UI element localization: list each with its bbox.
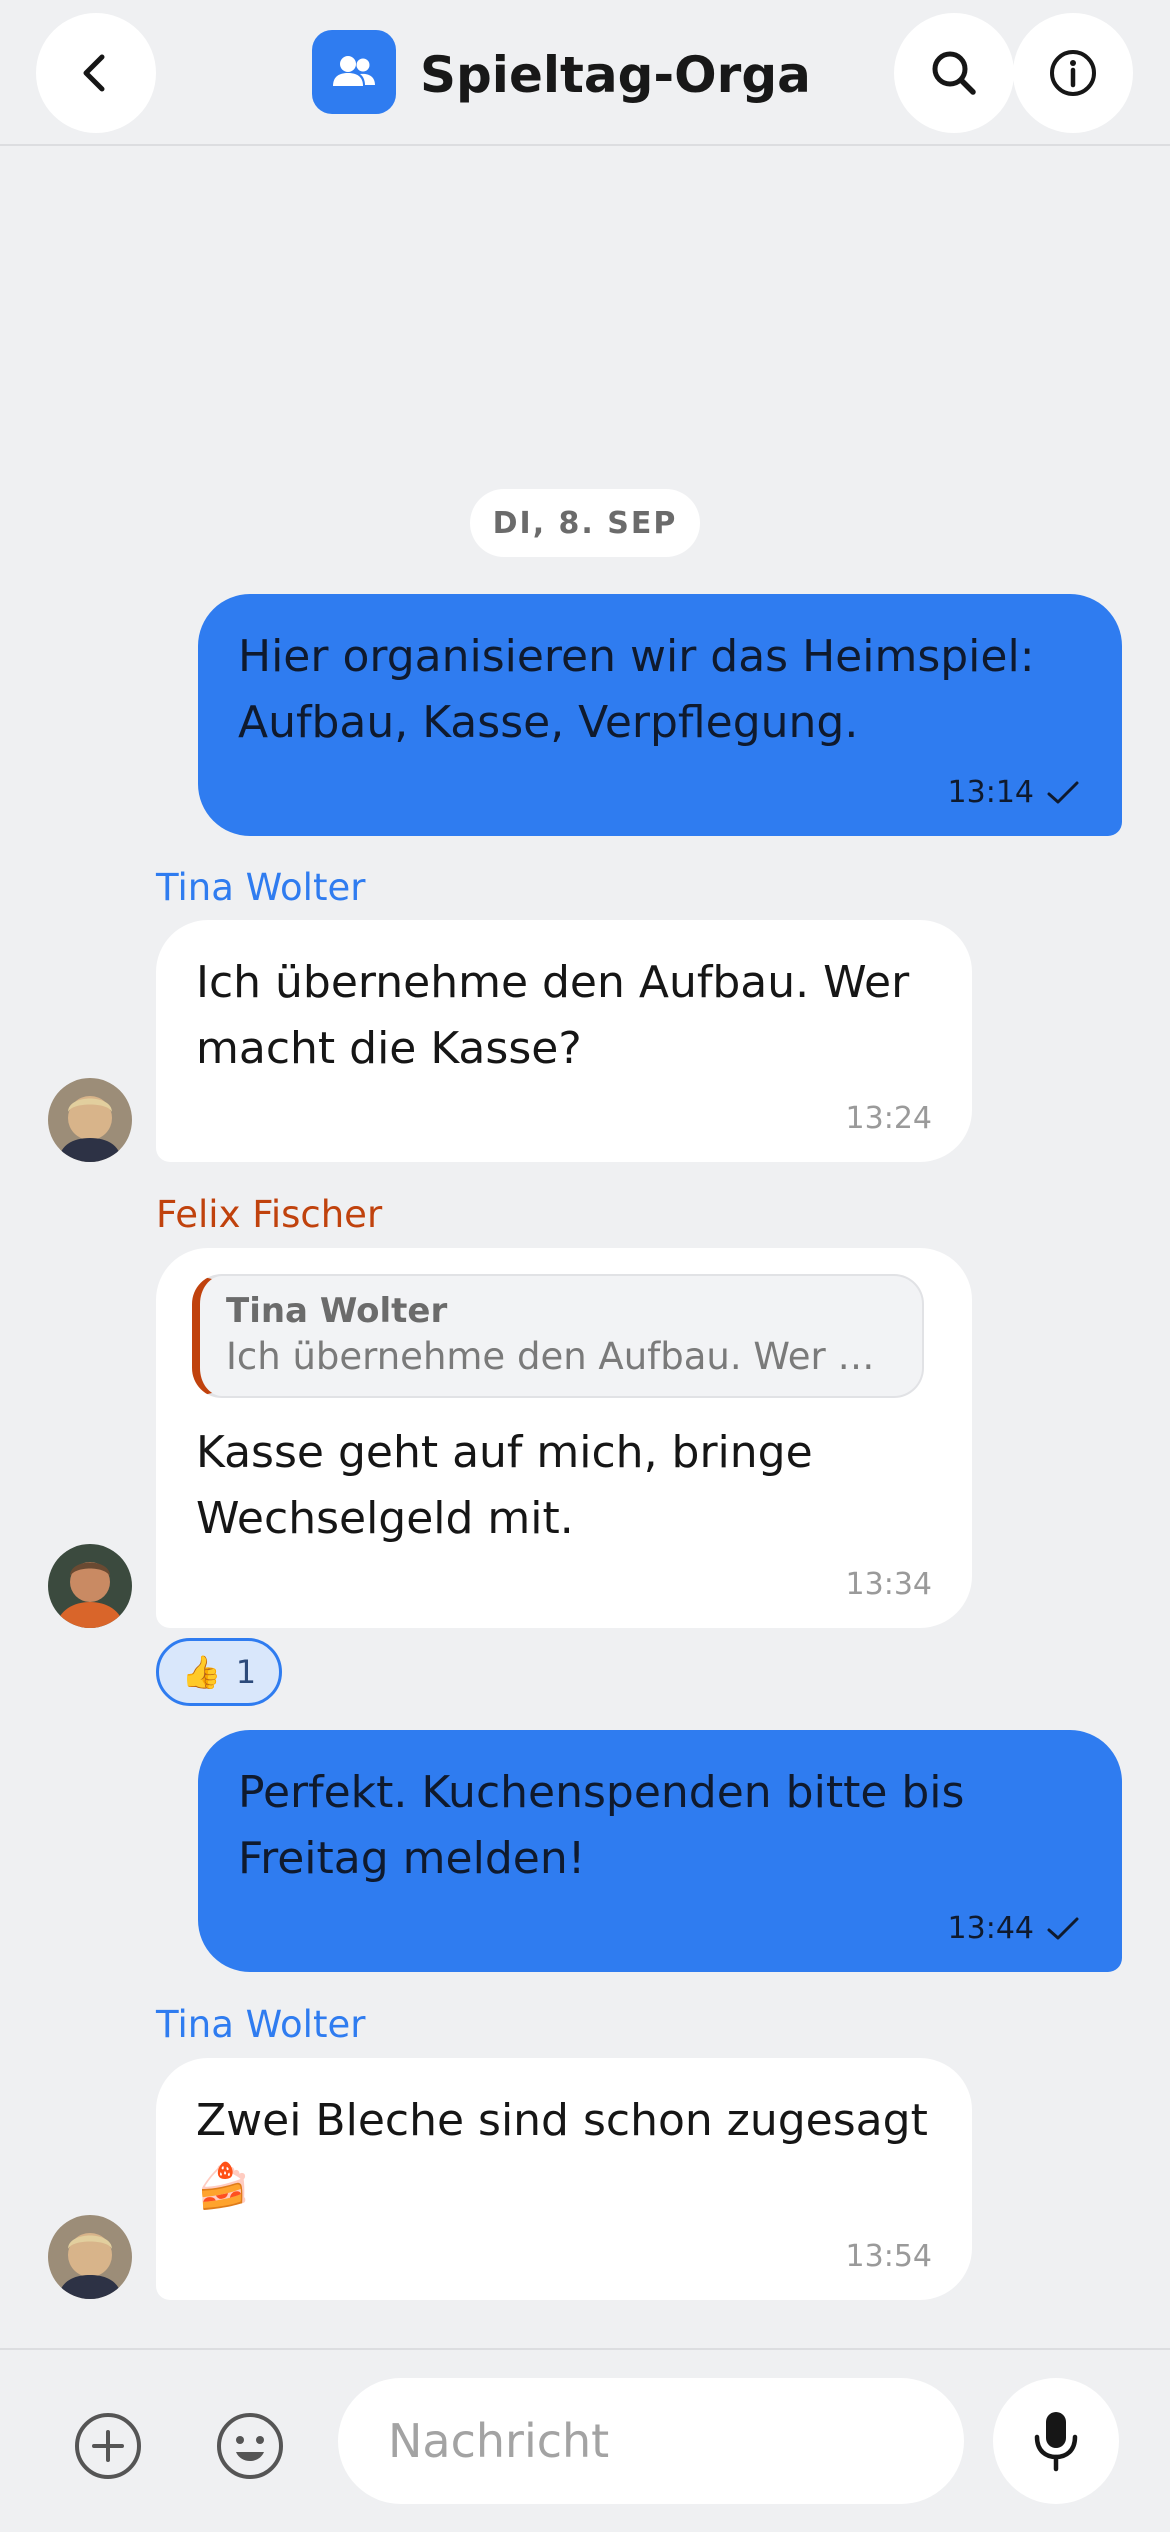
reaction-count: 1 (235, 1653, 257, 1691)
message-text: Perfekt. Kuchenspenden bitte bis Freitag… (238, 1767, 965, 1884)
search-button[interactable] (894, 13, 1014, 133)
message-input[interactable] (338, 2378, 964, 2504)
date-divider: DI, 8. SEP (470, 489, 700, 557)
avatar[interactable] (48, 1078, 132, 1162)
chat-header: Spieltag-Orga (0, 0, 1170, 146)
smiley-icon (217, 2413, 283, 2479)
message-time: 13:44 (947, 1911, 1034, 1946)
message-text: Hier organisieren wir das Heimspiel: Auf… (238, 631, 1035, 748)
emoji-button[interactable] (208, 2404, 292, 2488)
sender-name[interactable]: Tina Wolter (156, 865, 365, 911)
message-time: 13:14 (947, 775, 1034, 810)
incoming-message[interactable]: Tina Wolter Ich übernehme den Aufbau. We… (156, 1248, 972, 1628)
message-text: Kasse geht auf mich, bringe Wechselgeld … (196, 1427, 813, 1544)
message-text: Zwei Bleche sind schon zugesagt 🍰 (196, 2095, 928, 2212)
info-icon (1050, 50, 1096, 96)
group-avatar[interactable] (312, 30, 396, 114)
voice-message-button[interactable] (993, 2378, 1119, 2504)
search-icon (932, 51, 976, 95)
quote-sender: Tina Wolter (226, 1291, 448, 1331)
chat-title[interactable]: Spieltag-Orga (420, 40, 811, 110)
people-icon (333, 56, 375, 86)
avatar[interactable] (48, 2215, 132, 2299)
sent-check-icon (1047, 781, 1079, 803)
outgoing-message[interactable]: Hier organisieren wir das Heimspiel: Auf… (198, 594, 1122, 836)
thumbs-up-emoji: 👍 (181, 1653, 222, 1691)
incoming-message[interactable]: Zwei Bleche sind schon zugesagt 🍰 13:54 (156, 2058, 972, 2300)
attach-button[interactable] (66, 2404, 150, 2488)
plus-circle-icon (75, 2413, 141, 2479)
reaction-chip[interactable]: 👍 1 (156, 1638, 282, 1706)
outgoing-message[interactable]: Perfekt. Kuchenspenden bitte bis Freitag… (198, 1730, 1122, 1972)
avatar-photo-felix (48, 1544, 132, 1628)
back-button[interactable] (36, 13, 156, 133)
message-time: 13:24 (845, 1101, 932, 1136)
sender-name[interactable]: Tina Wolter (156, 2002, 365, 2048)
info-button[interactable] (1013, 13, 1133, 133)
sent-check-icon (1047, 1917, 1079, 1939)
message-text: Ich übernehme den Aufbau. Wer macht die … (196, 957, 910, 1074)
quote-text: Ich übernehme den Aufbau. Wer mac... (226, 1335, 898, 1378)
message-time: 13:34 (845, 1567, 932, 1602)
microphone-icon (1034, 2412, 1078, 2472)
chevron-left-icon (83, 54, 105, 92)
reply-quote[interactable]: Tina Wolter Ich übernehme den Aufbau. We… (192, 1274, 924, 1398)
message-time: 13:54 (845, 2239, 932, 2274)
sender-name[interactable]: Felix Fischer (156, 1192, 382, 1238)
incoming-message[interactable]: Ich übernehme den Aufbau. Wer macht die … (156, 920, 972, 1162)
avatar[interactable] (48, 1544, 132, 1628)
avatar-photo-tina (48, 2215, 132, 2299)
avatar-photo-tina (48, 1078, 132, 1162)
